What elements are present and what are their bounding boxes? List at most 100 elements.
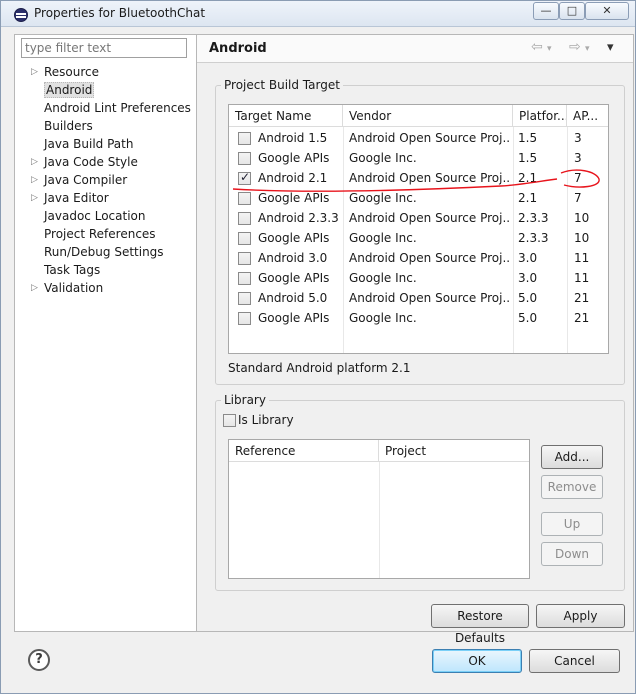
nav-item[interactable]: Javadoc Location: [15, 207, 196, 225]
build-target-row[interactable]: Android 2.1 Android Open Source Proj... 2.…: [229, 168, 608, 188]
add-library-button[interactable]: Add...: [541, 445, 603, 469]
help-icon[interactable]: ?: [28, 649, 50, 671]
ok-button[interactable]: OK: [432, 649, 522, 673]
expand-arrow-icon[interactable]: ▷: [31, 189, 38, 207]
library-reference-table: Reference Project: [228, 439, 530, 579]
nav-item[interactable]: ▷ Resource: [15, 63, 196, 81]
target-vendor-cell: Google Inc.: [349, 311, 417, 325]
expand-arrow-icon[interactable]: ▷: [31, 279, 38, 297]
target-platform-cell: 2.3.3: [518, 231, 549, 245]
column-header-platform[interactable]: Platfor...: [513, 105, 567, 127]
expand-arrow-icon[interactable]: ▷: [31, 171, 38, 189]
target-platform-cell: 3.0: [518, 251, 538, 265]
nav-item-label: Android: [44, 82, 95, 98]
column-header-reference[interactable]: Reference: [229, 440, 379, 462]
target-platform-cell: 1.5: [518, 131, 538, 145]
nav-item[interactable]: ▷ Java Compiler: [15, 171, 196, 189]
forward-arrow-icon[interactable]: ⇨: [569, 39, 581, 55]
cancel-button[interactable]: Cancel: [529, 649, 620, 673]
target-checkbox[interactable]: [238, 132, 251, 145]
build-target-row[interactable]: Android 1.5 Android Open Source Proj... 1.…: [229, 128, 608, 148]
maximize-button[interactable]: □: [559, 2, 585, 20]
column-header-vendor[interactable]: Vendor: [343, 105, 513, 127]
view-menu-icon[interactable]: ▾: [607, 40, 614, 55]
target-name-cell: Google APIs: [258, 311, 330, 325]
build-target-row[interactable]: Google APIs Google Inc. 3.0 11: [229, 268, 608, 288]
build-target-row[interactable]: Google APIs Google Inc. 5.0 21: [229, 308, 608, 328]
move-down-button[interactable]: Down: [541, 542, 603, 566]
target-platform-cell: 5.0: [518, 291, 538, 305]
build-target-row[interactable]: Google APIs Google Inc. 2.1 7: [229, 188, 608, 208]
target-checkbox[interactable]: [238, 252, 251, 265]
target-vendor-cell: Google Inc.: [349, 191, 417, 205]
filter-input[interactable]: [21, 38, 187, 58]
build-target-table-header: Target Name Vendor Platfor... AP...: [229, 105, 608, 127]
target-platform-cell: 1.5: [518, 151, 538, 165]
is-library-checkbox[interactable]: [223, 414, 236, 427]
target-api-cell: 3: [574, 151, 582, 165]
build-target-row[interactable]: Google APIs Google Inc. 1.5 3: [229, 148, 608, 168]
target-checkbox[interactable]: [238, 292, 251, 305]
move-up-button[interactable]: Up: [541, 512, 603, 536]
target-checkbox[interactable]: [238, 272, 251, 285]
nav-item-label: Resource: [44, 65, 100, 79]
target-name-cell: Google APIs: [258, 191, 330, 205]
target-vendor-cell: Android Open Source Proj...: [349, 291, 509, 305]
target-api-cell: 11: [574, 251, 590, 265]
remove-library-button[interactable]: Remove: [541, 475, 603, 499]
apply-button[interactable]: Apply: [536, 604, 625, 628]
target-checkbox[interactable]: [238, 192, 251, 205]
build-target-row[interactable]: Android 3.0 Android Open Source Proj... 3.…: [229, 248, 608, 268]
target-vendor-cell: Google Inc.: [349, 271, 417, 285]
nav-item[interactable]: Task Tags: [15, 261, 196, 279]
nav-item[interactable]: Android Lint Preferences: [15, 99, 196, 117]
build-target-row[interactable]: Google APIs Google Inc. 2.3.3 10: [229, 228, 608, 248]
build-target-table: Target Name Vendor Platfor... AP... Andr…: [228, 104, 609, 354]
nav-item[interactable]: Builders: [15, 117, 196, 135]
nav-item[interactable]: ▷ Validation: [15, 279, 196, 297]
target-platform-cell: 2.3.3: [518, 211, 549, 225]
forward-menu-chevron-icon[interactable]: ▾: [585, 44, 590, 54]
target-name-cell: Google APIs: [258, 271, 330, 285]
column-header-project[interactable]: Project: [379, 440, 529, 462]
target-vendor-cell: Android Open Source Proj...: [349, 251, 509, 265]
nav-item-label: Validation: [44, 281, 104, 295]
expand-arrow-icon[interactable]: ▷: [31, 63, 38, 81]
target-name-cell: Google APIs: [258, 151, 330, 165]
nav-item[interactable]: Project References: [15, 225, 196, 243]
back-menu-chevron-icon[interactable]: ▾: [547, 44, 552, 54]
back-arrow-icon[interactable]: ⇦: [531, 39, 543, 55]
target-checkbox[interactable]: [238, 212, 251, 225]
nav-item-label: Project References: [44, 227, 156, 241]
target-checkbox[interactable]: [238, 170, 251, 185]
nav-item[interactable]: Run/Debug Settings: [15, 243, 196, 261]
target-checkbox[interactable]: [238, 152, 251, 165]
nav-item-label: Java Editor: [44, 191, 109, 205]
restore-defaults-button[interactable]: Restore Defaults: [431, 604, 529, 645]
column-header-target-name[interactable]: Target Name: [229, 105, 343, 127]
build-target-row[interactable]: Android 2.3.3 Android Open Source Proj...…: [229, 208, 608, 228]
target-name-cell: Google APIs: [258, 231, 330, 245]
close-button[interactable]: ✕: [585, 2, 629, 20]
window-title: Properties for BluetoothChat: [34, 6, 206, 20]
nav-item[interactable]: Java Build Path: [15, 135, 196, 153]
nav-item[interactable]: Android: [15, 81, 196, 99]
nav-item-label: Java Build Path: [44, 137, 134, 151]
nav-item[interactable]: ▷ Java Code Style: [15, 153, 196, 171]
nav-item-label: Run/Debug Settings: [44, 245, 164, 259]
nav-item[interactable]: ▷ Java Editor: [15, 189, 196, 207]
build-target-row[interactable]: Android 5.0 Android Open Source Proj... 5.…: [229, 288, 608, 308]
library-group-label: Library: [221, 393, 269, 407]
property-page-tree: ▷ Resource Android Android Lint Preferences…: [15, 63, 196, 297]
column-header-api[interactable]: AP...: [567, 105, 607, 127]
nav-item-label: Java Code Style: [44, 155, 138, 169]
properties-dialog: Properties for BluetoothChat — □ ✕ ▷ Reso…: [0, 0, 636, 694]
target-name-cell: Android 5.0: [258, 291, 328, 305]
target-checkbox[interactable]: [238, 232, 251, 245]
nav-item-label: Task Tags: [44, 263, 101, 277]
expand-arrow-icon[interactable]: ▷: [31, 153, 38, 171]
build-target-group-label: Project Build Target: [221, 78, 343, 92]
minimize-button[interactable]: —: [533, 2, 559, 20]
target-checkbox[interactable]: [238, 312, 251, 325]
library-table-header: Reference Project: [229, 440, 529, 462]
